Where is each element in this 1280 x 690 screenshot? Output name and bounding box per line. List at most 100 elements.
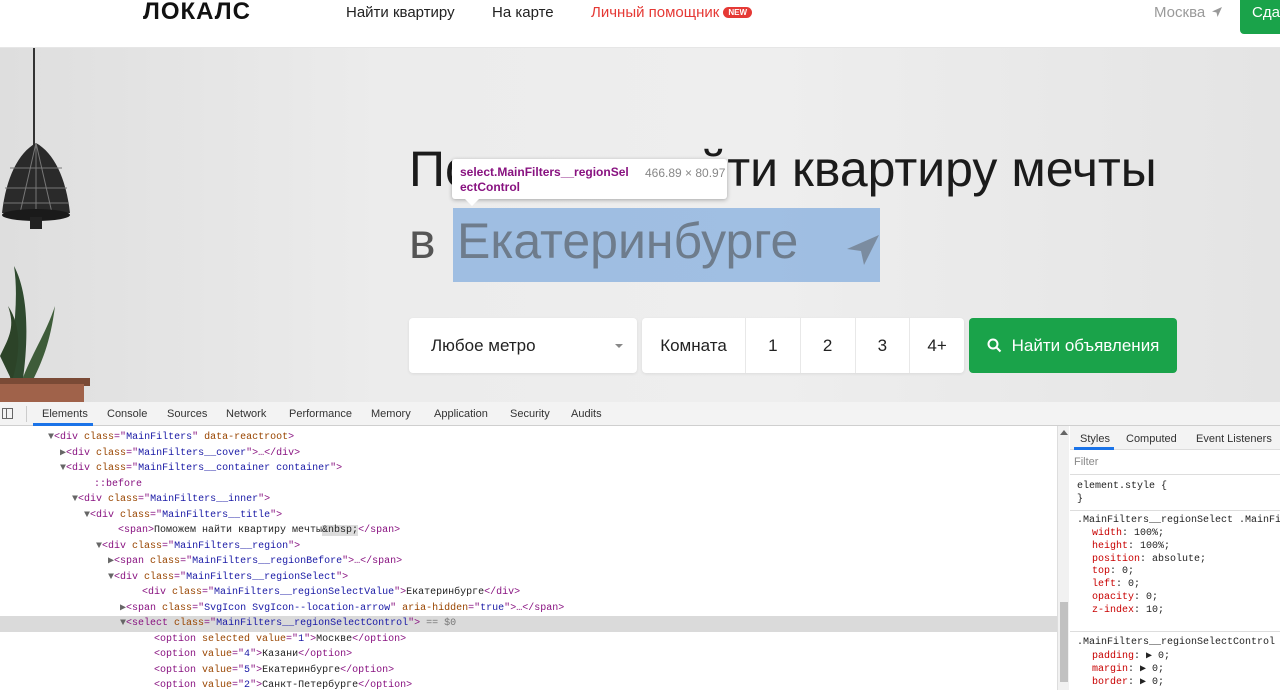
- tag-tail: >…</div>: [252, 447, 301, 459]
- dom-node-line[interactable]: ▶<span class="SvgIcon SvgIcon--location-…: [0, 601, 1057, 617]
- tab-security[interactable]: Security: [510, 408, 550, 420]
- css-property-name: margin: [1092, 663, 1129, 675]
- tab-console[interactable]: Console: [107, 408, 147, 420]
- css-property[interactable]: height: 100%;: [1092, 540, 1170, 553]
- css-property[interactable]: position: absolute;: [1092, 553, 1206, 566]
- metro-select[interactable]: Любое метро: [409, 318, 637, 373]
- css-property[interactable]: width: 100%;: [1092, 527, 1164, 540]
- nav-find-apartment[interactable]: Найти квартиру: [346, 4, 455, 21]
- dom-node-line[interactable]: ▶<div class="MainFilters__cover">…</div>: [0, 446, 1057, 462]
- rule-selector[interactable]: .MainFilters__regionSelect .MainFi: [1077, 514, 1280, 527]
- hero-title-prefix: в: [409, 213, 436, 269]
- attr-value: MainFilters__regionSelectValue: [214, 587, 395, 598]
- dom-node-line[interactable]: ▶<span class="MainFilters__regionBefore"…: [0, 554, 1057, 570]
- attr-eq: =": [232, 680, 245, 690]
- tab-network[interactable]: Network: [226, 408, 266, 420]
- dom-node-line[interactable]: ▼<div class="MainFilters__container cont…: [0, 461, 1057, 477]
- rooms-label: Комната: [642, 318, 746, 373]
- attr-value: MainFilters__title: [162, 509, 271, 521]
- tag-open: <span>: [118, 525, 155, 536]
- city-selector[interactable]: Москва: [1154, 4, 1223, 21]
- chevron-down-icon: [615, 344, 623, 348]
- css-property-name: top: [1092, 566, 1111, 578]
- attr-eq: =": [138, 494, 151, 505]
- css-property-name: height: [1092, 540, 1129, 552]
- attr-eq: =": [232, 649, 245, 660]
- dom-node-line[interactable]: <option value="4">Казани</option>: [0, 647, 1057, 663]
- attr-name: class: [126, 540, 163, 552]
- css-property[interactable]: top: 0;: [1092, 565, 1134, 578]
- shelf: [0, 384, 84, 402]
- hero-section: Поможем найти квартиру мечты в Екатеринб…: [0, 48, 1280, 402]
- search-icon: [987, 338, 1001, 353]
- node-text: Екатеринбурге: [406, 587, 485, 598]
- dom-scrollbar[interactable]: [1057, 426, 1069, 690]
- city-label: Москва: [1154, 4, 1206, 21]
- device-toolbar-icon[interactable]: [2, 408, 13, 419]
- scroll-up-icon[interactable]: [1060, 430, 1068, 435]
- tag-tail: >…</span>: [510, 602, 565, 614]
- tag-name: <div: [78, 494, 103, 505]
- attr-name: class: [156, 602, 193, 614]
- tab-computed[interactable]: Computed: [1126, 433, 1177, 445]
- room-option-2[interactable]: 2: [801, 318, 856, 373]
- css-property-name: border: [1092, 676, 1129, 688]
- css-property[interactable]: margin: ▶ 0;: [1092, 663, 1164, 676]
- dom-node-line[interactable]: <option selected value="1">Москве</optio…: [0, 632, 1057, 648]
- tab-sources[interactable]: Sources: [167, 408, 207, 420]
- dom-node-line[interactable]: <div class="MainFilters__regionSelectVal…: [0, 585, 1057, 601]
- dom-node-line[interactable]: ::before: [0, 477, 1057, 493]
- dom-node-line[interactable]: <span>Поможем найти квартиру мечты&nbsp;…: [0, 523, 1057, 539]
- attr-value: MainFilters__region: [174, 540, 289, 552]
- post-listing-button[interactable]: Сдать: [1240, 0, 1280, 34]
- css-property[interactable]: opacity: 0;: [1092, 591, 1158, 604]
- tag-name: <div: [102, 540, 127, 552]
- site-header: ЛОКАЛС Найти квартиру На карте Личный по…: [0, 0, 1280, 48]
- room-option-4plus[interactable]: 4+: [910, 318, 964, 373]
- dom-node-line[interactable]: ▼<div class="MainFilters__title">: [0, 508, 1057, 524]
- tag-name: <div: [142, 587, 167, 598]
- tab-event-listeners[interactable]: Event Listeners: [1196, 433, 1272, 445]
- room-option-1[interactable]: 1: [746, 318, 801, 373]
- css-property[interactable]: z-index: 10;: [1092, 604, 1164, 617]
- node-text: Москве: [316, 633, 353, 645]
- dom-node-line[interactable]: ▼<div class="MainFilters__regionSelect">: [0, 570, 1057, 586]
- dom-node-line[interactable]: ▼<div class="MainFilters__region">: [0, 539, 1057, 555]
- attr-name: class: [78, 432, 115, 443]
- node-text: Казани: [262, 649, 299, 660]
- nav-personal-assistant[interactable]: Личный помощник NEW: [591, 4, 753, 21]
- dom-tree[interactable]: ▼<div class="MainFilters" data-reactroot…: [0, 426, 1057, 690]
- attr-eq: =": [126, 463, 139, 474]
- styles-tab-bar: Styles Computed Event Listeners: [1070, 426, 1280, 450]
- nav-on-map[interactable]: На карте: [492, 4, 554, 21]
- tag-close: </option>: [358, 680, 413, 690]
- tab-application[interactable]: Application: [434, 408, 488, 420]
- tab-performance[interactable]: Performance: [289, 408, 352, 420]
- css-property[interactable]: border: ▶ 0;: [1092, 676, 1164, 689]
- attr-name: selected: [196, 633, 251, 645]
- rule-selector[interactable]: .MainFilters__regionSelectControl: [1077, 636, 1275, 649]
- scrollbar-thumb[interactable]: [1060, 602, 1068, 682]
- css-property[interactable]: left: 0;: [1092, 578, 1140, 591]
- element-style-rule[interactable]: element.style {: [1077, 480, 1167, 493]
- nav-personal-assistant-label: Личный помощник: [591, 4, 720, 21]
- dom-node-line[interactable]: ▼<div class="MainFilters" data-reactroot…: [0, 430, 1057, 446]
- tab-memory[interactable]: Memory: [371, 408, 411, 420]
- attr-eq: =": [192, 602, 205, 614]
- attr-value: SvgIcon SvgIcon--location-arrow: [204, 602, 391, 614]
- dom-node-line[interactable]: <option value="5">Екатеринбурге</option>: [0, 663, 1057, 679]
- search-listings-button[interactable]: Найти объявления: [969, 318, 1177, 373]
- tab-styles[interactable]: Styles: [1080, 433, 1110, 445]
- dom-node-line[interactable]: <option value="2">Санкт-Петербурге</opti…: [0, 678, 1057, 690]
- active-tab-indicator: [1074, 447, 1114, 450]
- attr-value: MainFilters__regionBefore: [192, 556, 343, 567]
- region-select[interactable]: Екатеринбурге: [457, 212, 798, 270]
- dom-node-line[interactable]: ▼<select class="MainFilters__regionSelec…: [0, 616, 1057, 632]
- styles-filter-input[interactable]: Filter: [1074, 456, 1098, 468]
- room-option-3[interactable]: 3: [856, 318, 911, 373]
- site-logo[interactable]: ЛОКАЛС: [143, 0, 251, 26]
- dom-node-line[interactable]: ▼<div class="MainFilters__inner">: [0, 492, 1057, 508]
- css-property[interactable]: padding: ▶ 0;: [1092, 650, 1170, 663]
- tab-audits[interactable]: Audits: [571, 408, 602, 420]
- tab-elements[interactable]: Elements: [42, 408, 88, 420]
